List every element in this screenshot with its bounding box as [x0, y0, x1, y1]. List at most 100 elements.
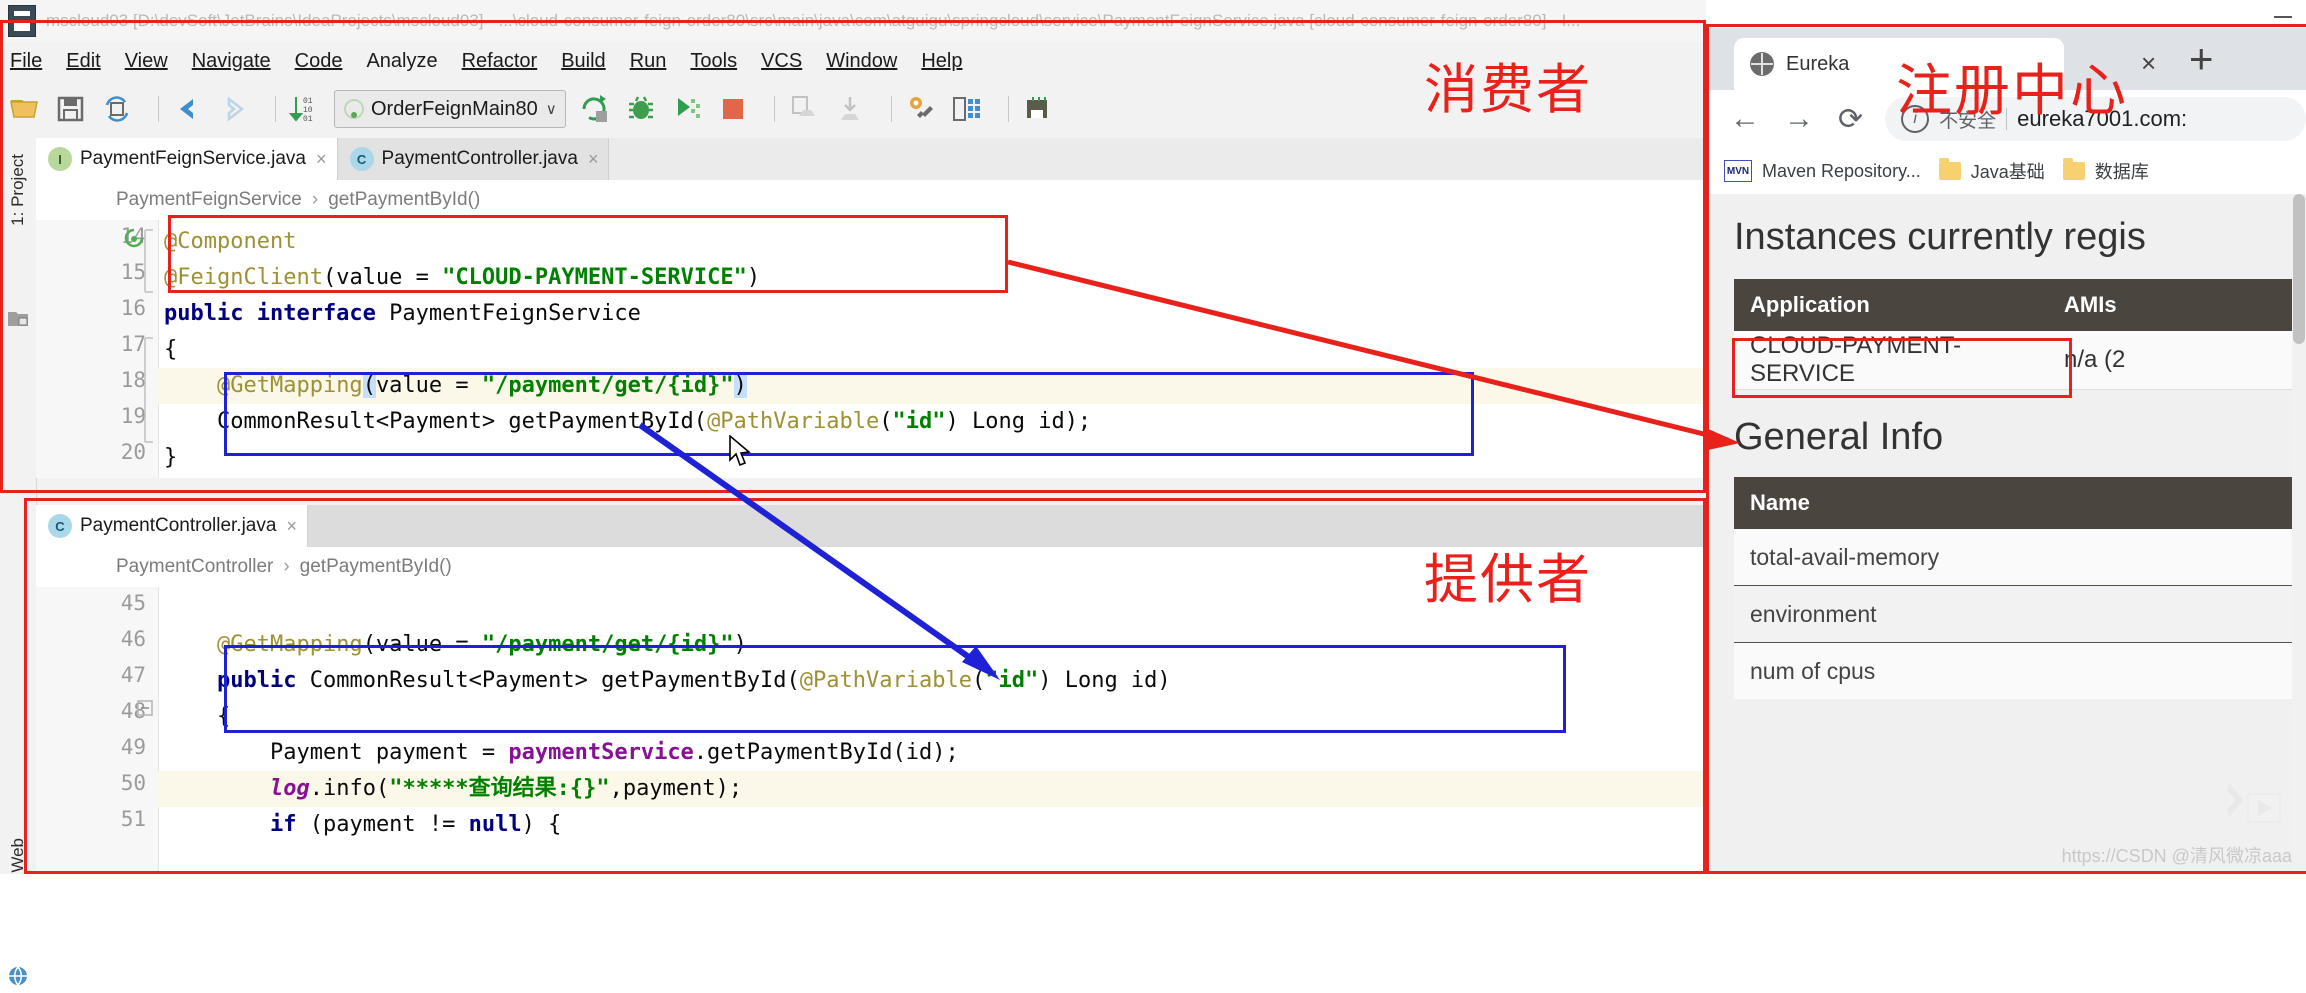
menu-analyze[interactable]: Analyze [366, 50, 437, 73]
intellij-logo-icon [8, 5, 36, 37]
run-configuration-selector[interactable]: OrderFeignMain80 ∨ [334, 90, 566, 128]
ide-left-tool-strip[interactable]: 1: Project Web [0, 138, 37, 987]
close-icon[interactable]: × [286, 516, 297, 537]
scrollbar-thumb[interactable] [2293, 194, 2305, 344]
settings-icon[interactable] [904, 92, 938, 126]
breadcrumb-method[interactable]: getPaymentById() [328, 189, 480, 211]
new-tab-button[interactable]: + [2189, 38, 2214, 80]
top-editor-code-line-16[interactable]: public interface PaymentFeignService [164, 296, 641, 332]
bookmark-database[interactable]: 数据库 [2062, 158, 2149, 184]
project-structure-icon[interactable] [950, 92, 984, 126]
cell-application-name[interactable]: CLOUD-PAYMENT-SERVICE [1734, 332, 2064, 388]
bottom-editor-gutter[interactable]: 45 46 47 48 49 50 51 [36, 587, 159, 874]
tool-window-project[interactable]: 1: Project [8, 154, 28, 226]
toolbar-separator-5 [1007, 96, 1009, 122]
line-number: 49 [120, 735, 146, 759]
menu-navigate[interactable]: Navigate [192, 50, 271, 73]
bottom-editor-code-line-46[interactable]: @GetMapping(value = "/payment/get/{id}") [164, 627, 747, 663]
editor-tab-paymentfeignservice[interactable]: I PaymentFeignService.java × [36, 138, 338, 180]
cell-amis: n/a (2 [2064, 346, 2126, 373]
menu-view[interactable]: View [125, 50, 168, 73]
top-editor-tabstrip[interactable]: I PaymentFeignService.java × C PaymentCo… [36, 138, 1706, 181]
top-editor-code-line-15[interactable]: @FeignClient(value = "CLOUD-PAYMENT-SERV… [164, 260, 760, 296]
globe-favicon-icon [1750, 52, 1774, 76]
run-configuration-name: OrderFeignMain80 [371, 97, 538, 120]
bottom-editor-code-line-47[interactable]: public CommonResult<Payment> getPaymentB… [164, 663, 1171, 699]
code-fold-collapse-icon[interactable] [136, 699, 154, 717]
spring-bean-gutter-icon[interactable] [124, 228, 144, 248]
top-editor-code-line-19[interactable]: CommonResult<Payment> getPaymentById(@Pa… [164, 404, 1091, 440]
back-icon[interactable]: ← [1730, 102, 1760, 136]
save-all-icon[interactable] [54, 92, 88, 126]
breadcrumb-class[interactable]: PaymentController [116, 556, 273, 578]
browser-tab-close-icon[interactable]: × [2141, 48, 2156, 79]
run-icon[interactable] [578, 92, 612, 126]
bookmark-label: Java基础 [1970, 162, 2045, 182]
general-info-name: num of cpus [1750, 657, 1876, 684]
tool-window-web[interactable]: Web [8, 838, 28, 873]
top-editor-code[interactable]: @Component [164, 224, 296, 260]
stop-icon[interactable] [716, 92, 750, 126]
intellij-idea-window: mscloud03 [D:\devSoft\JetBrains\IdeaProj… [0, 0, 1706, 987]
list-item: environment [1734, 586, 2306, 643]
close-icon[interactable]: × [316, 149, 327, 170]
top-editor-code-line-18[interactable]: @GetMapping(value = "/payment/get/{id}") [164, 368, 747, 404]
open-folder-icon[interactable] [8, 92, 42, 126]
bookmark-java-basics[interactable]: Java基础 [1938, 158, 2045, 184]
hardware-icon[interactable] [1021, 92, 1055, 126]
breadcrumb-class[interactable]: PaymentFeignService [116, 189, 302, 211]
code-fold-marker-icon-2[interactable] [142, 334, 156, 446]
menu-build[interactable]: Build [561, 50, 605, 73]
sort-icon[interactable]: 01 10 01 [288, 92, 322, 126]
top-editor-code-line-20[interactable]: } [164, 440, 177, 476]
browser-scrollbar[interactable] [2292, 194, 2306, 874]
back-arrow-icon[interactable] [171, 92, 205, 126]
top-editor-breadcrumb[interactable]: PaymentFeignService › getPaymentById() [36, 180, 1706, 220]
line-number: 47 [120, 663, 146, 687]
top-editor-code-line-17[interactable]: { [164, 332, 177, 368]
toolbar-separator-4 [890, 96, 892, 122]
bookmark-maven-repository[interactable]: MVN Maven Repository... [1724, 160, 1921, 182]
menu-vcs[interactable]: VCS [761, 50, 802, 73]
svg-text:10: 10 [303, 106, 313, 115]
bottom-editor-code-line-50[interactable]: log.info("*****查询结果:{}",payment); [164, 771, 742, 807]
menu-tools[interactable]: Tools [690, 50, 737, 73]
code-fold-marker-icon[interactable] [142, 226, 156, 296]
svg-text:01: 01 [303, 97, 313, 106]
menu-run[interactable]: Run [630, 50, 667, 73]
folder-icon [1938, 158, 1961, 180]
menu-build-label: Build [561, 49, 606, 72]
line-number: 46 [120, 627, 146, 651]
bottom-editor-code-line-51[interactable]: if (payment != null) { [164, 807, 561, 843]
ide-window-title: mscloud03 [D:\devSoft\JetBrains\IdeaProj… [46, 11, 1581, 30]
editor-tab-label: PaymentFeignService.java [80, 148, 306, 169]
chevron-down-icon[interactable]: ∨ [546, 100, 557, 118]
instances-table: Application AMIs CLOUD-PAYMENT-SERVICE n… [1734, 279, 2306, 390]
close-icon[interactable]: × [588, 149, 599, 170]
run-with-coverage-icon[interactable] [670, 92, 704, 126]
editor-tab-paymentcontroller-bottom[interactable]: C PaymentController.java × [36, 505, 308, 547]
bottom-editor-code-line-48[interactable]: { [164, 699, 230, 735]
bookmarks-bar[interactable]: MVN Maven Repository... Java基础 数据库 [1706, 148, 2306, 194]
top-editor-gutter[interactable]: 14 15 16 17 18 19 20 [36, 220, 159, 478]
menu-code[interactable]: Code [295, 50, 343, 73]
sync-icon[interactable] [100, 92, 134, 126]
debug-icon[interactable] [624, 92, 658, 126]
menu-help[interactable]: Help [921, 50, 962, 73]
menu-window[interactable]: Window [826, 50, 897, 73]
table-row[interactable]: CLOUD-PAYMENT-SERVICE n/a (2 [1734, 331, 2306, 390]
toolbar-separator [158, 96, 159, 122]
window-minimize-button[interactable] [2274, 16, 2292, 18]
mouse-cursor-icon [729, 435, 751, 467]
menu-refactor[interactable]: Refactor [462, 50, 538, 73]
annotation-label-consumer: 消费者 [1424, 58, 1592, 121]
menu-file[interactable]: File [10, 50, 42, 73]
forward-arrow-icon[interactable] [217, 92, 251, 126]
breadcrumb-method[interactable]: getPaymentById() [300, 556, 452, 578]
editor-tab-paymentcontroller[interactable]: C PaymentController.java × [337, 138, 610, 180]
reload-icon[interactable]: ⟳ [1838, 102, 1863, 137]
forward-icon[interactable]: → [1784, 102, 1814, 136]
bottom-editor-code-line-49[interactable]: Payment payment = paymentService.getPaym… [164, 735, 959, 771]
mvn-icon: MVN [1724, 160, 1752, 182]
menu-edit[interactable]: Edit [66, 50, 100, 73]
